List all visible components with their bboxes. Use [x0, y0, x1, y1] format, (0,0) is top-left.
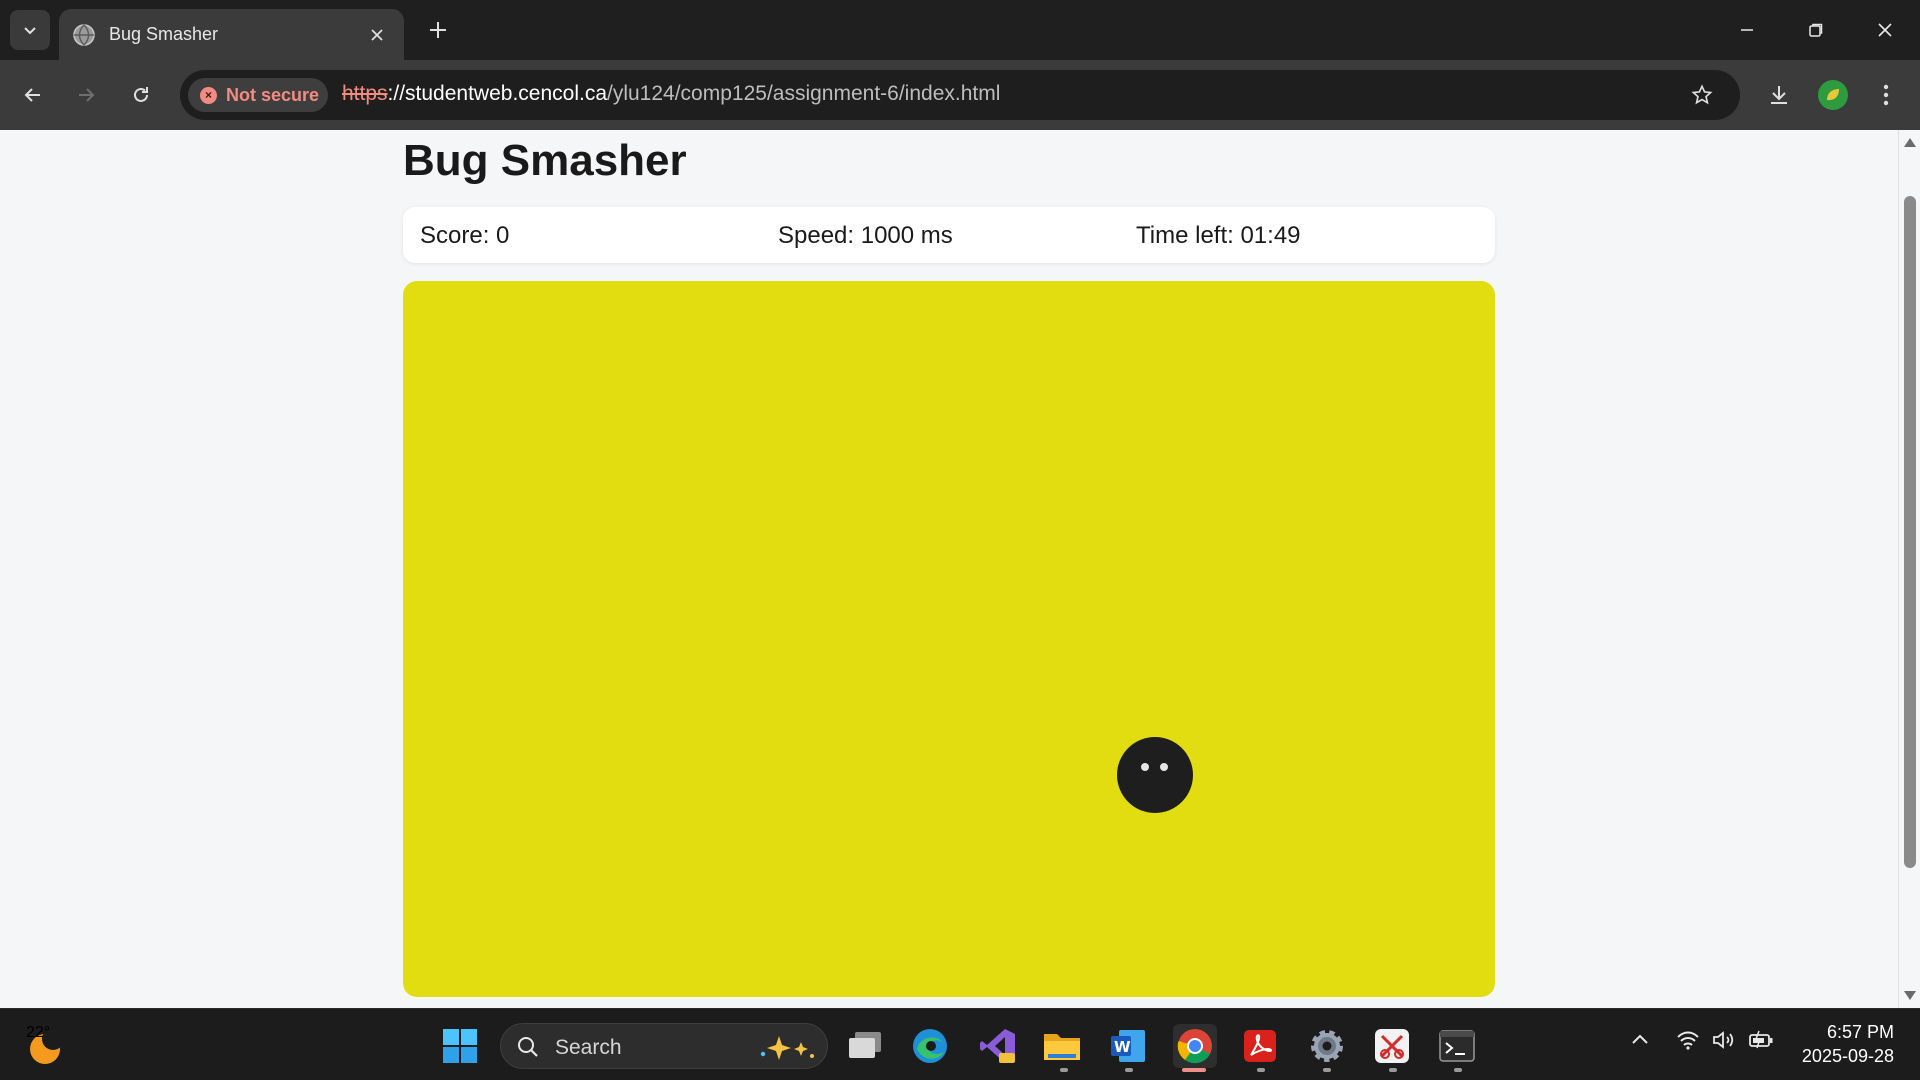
taskbar-clock[interactable]: 6:57 PM 2025-09-28 — [1802, 1020, 1894, 1068]
arrow-right-icon — [79, 88, 95, 102]
bookmark-button[interactable] — [1685, 78, 1719, 112]
globe-icon — [73, 23, 95, 46]
minimize-button[interactable] — [1712, 0, 1782, 60]
page-title: Bug Smasher — [403, 136, 687, 185]
sparkle-icon — [760, 1036, 814, 1060]
running-indicator — [1060, 1068, 1068, 1072]
url-host: ://studentweb.cencol.ca — [387, 82, 607, 105]
speed-label: Speed: 1000 ms — [778, 222, 953, 249]
file-explorer-button[interactable] — [1040, 1024, 1084, 1068]
downloads-button[interactable] — [1758, 74, 1800, 116]
running-indicator — [1257, 1068, 1265, 1072]
snipping-tool-button[interactable] — [1370, 1024, 1414, 1068]
back-button[interactable] — [12, 74, 54, 116]
game-board[interactable] — [403, 281, 1495, 997]
wifi-button[interactable] — [1676, 1030, 1700, 1055]
reload-icon — [134, 87, 148, 102]
scroll-thumb[interactable] — [1904, 196, 1916, 868]
download-icon — [1771, 86, 1787, 104]
more-vertical-icon — [1883, 84, 1889, 106]
tab-strip: Bug Smasher — [0, 0, 1920, 60]
folder-icon — [1044, 1034, 1080, 1060]
leaf-icon — [1827, 89, 1839, 101]
bug-eye-left — [1141, 763, 1149, 771]
acrobat-button[interactable] — [1238, 1024, 1282, 1068]
start-button[interactable] — [438, 1024, 482, 1068]
minimize-icon — [1741, 29, 1753, 31]
star-icon — [1691, 84, 1713, 105]
scroll-down-icon[interactable] — [1904, 991, 1916, 1000]
url-path: /ylu124/comp125/assignment-6/index.html — [607, 82, 1001, 105]
word-button[interactable]: W — [1106, 1024, 1150, 1068]
taskbar-search[interactable]: Search — [500, 1023, 828, 1069]
chevron-down-icon — [24, 27, 36, 35]
visual-studio-button[interactable] — [976, 1024, 1020, 1068]
chrome-button[interactable] — [1173, 1024, 1217, 1068]
tab-search-button[interactable] — [10, 10, 50, 50]
running-indicator — [1125, 1068, 1133, 1072]
profile-button[interactable] — [1812, 74, 1854, 116]
word-icon: W — [1111, 1030, 1145, 1062]
clock-date: 2025-09-28 — [1801, 1046, 1894, 1066]
security-label: Not secure — [226, 84, 320, 105]
scroll-up-icon[interactable] — [1904, 138, 1916, 147]
new-tab-button[interactable] — [422, 14, 454, 46]
close-window-button[interactable] — [1850, 0, 1920, 60]
tab-title: Bug Smasher — [109, 24, 219, 44]
edge-icon — [913, 1029, 947, 1063]
running-indicator — [1389, 1068, 1397, 1072]
terminal-icon — [1439, 1030, 1475, 1062]
url-text[interactable]: https://studentweb.cencol.ca/ylu124/comp… — [342, 82, 1000, 106]
search-placeholder: Search — [555, 1036, 622, 1059]
visual-studio-icon — [980, 1029, 1015, 1063]
restore-icon — [1809, 23, 1823, 37]
active-indicator — [1182, 1068, 1206, 1072]
terminal-button[interactable] — [1435, 1024, 1479, 1068]
edge-button[interactable] — [908, 1024, 952, 1068]
score-label: Score: 0 — [420, 222, 510, 249]
chrome-icon — [1177, 1029, 1212, 1064]
stats-bar: Score: 0 Speed: 1000 ms Time left: 01:49 — [403, 207, 1495, 263]
wifi-icon — [1677, 1031, 1699, 1050]
security-chip[interactable]: × Not secure — [188, 78, 328, 112]
running-indicator — [1454, 1068, 1462, 1072]
battery-icon — [1749, 1030, 1773, 1049]
volume-icon — [1713, 1031, 1734, 1049]
clock-time: 6:57 PM — [1826, 1022, 1894, 1042]
task-view-button[interactable] — [843, 1024, 887, 1068]
gear-icon — [1311, 1030, 1343, 1062]
battery-button[interactable] — [1748, 1030, 1774, 1055]
url-scheme: https — [342, 82, 388, 105]
warning-icon: × — [200, 86, 217, 104]
tray-overflow-button[interactable] — [1630, 1030, 1650, 1055]
time-left-label: Time left: 01:49 — [1136, 222, 1301, 249]
close-icon — [1878, 23, 1892, 37]
weather-temp: 22° — [26, 1024, 51, 1041]
chevron-up-icon — [1632, 1034, 1648, 1044]
windows-icon — [443, 1029, 477, 1063]
snipping-tool-icon — [1375, 1029, 1409, 1063]
running-indicator — [1323, 1068, 1331, 1072]
svg-text:W: W — [1114, 1038, 1131, 1056]
page-scrollbar[interactable] — [1898, 130, 1920, 1008]
bug-eye-right — [1160, 763, 1168, 771]
arrow-left-icon — [24, 88, 40, 102]
bug[interactable] — [1117, 737, 1193, 813]
settings-button[interactable] — [1305, 1024, 1349, 1068]
page-viewport: Bug Smasher Score: 0 Speed: 1000 ms Time… — [0, 130, 1898, 1008]
volume-button[interactable] — [1712, 1030, 1736, 1055]
forward-button[interactable] — [65, 74, 107, 116]
task-view-icon — [849, 1032, 881, 1058]
plus-icon — [430, 22, 446, 38]
search-icon — [518, 1037, 538, 1057]
restore-button[interactable] — [1781, 0, 1851, 60]
browser-tab[interactable]: Bug Smasher — [59, 9, 404, 60]
tab-close-icon[interactable] — [364, 22, 390, 48]
avatar — [1818, 80, 1848, 110]
acrobat-icon — [1244, 1030, 1276, 1062]
reload-button[interactable] — [120, 74, 162, 116]
menu-button[interactable] — [1865, 74, 1907, 116]
